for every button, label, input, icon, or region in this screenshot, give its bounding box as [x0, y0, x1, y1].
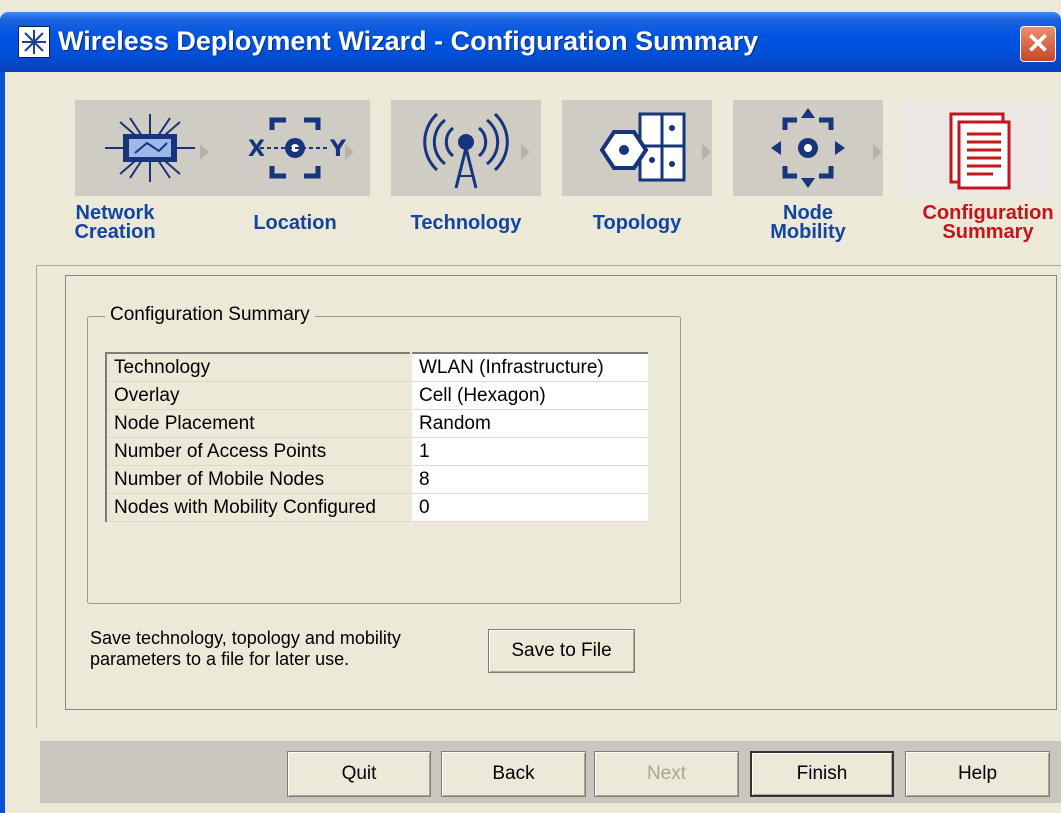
step-arrow-icon — [521, 144, 530, 160]
step-tile — [903, 100, 1053, 196]
row-value: 8 — [411, 465, 648, 494]
row-key: Number of Access Points — [105, 437, 412, 466]
step-arrow-icon — [702, 144, 711, 160]
step-label: Network Creation — [74, 202, 156, 243]
step-label: Topology — [592, 212, 682, 234]
row-key: Number of Mobile Nodes — [105, 465, 412, 494]
wizard-steps: Network Creation X Y Location Technology… — [5, 72, 1061, 257]
table-row: Nodes with Mobility Configured 0 — [105, 493, 648, 522]
mobility-icon — [771, 108, 845, 188]
step-arrow-icon — [200, 144, 209, 160]
table-row: Node Placement Random — [105, 409, 648, 438]
step-label: Location — [253, 212, 337, 234]
title-bar[interactable]: Wireless Deployment Wizard - Configurati… — [0, 12, 1061, 72]
save-description: Save technology, topology and mobility pa… — [90, 628, 401, 669]
finish-button[interactable]: Finish — [750, 751, 894, 797]
step-label: Technology — [410, 212, 522, 234]
row-value: 0 — [411, 493, 648, 522]
quit-button[interactable]: Quit — [287, 751, 431, 797]
table-row: Technology WLAN (Infrastructure) — [105, 352, 648, 382]
row-key: Nodes with Mobility Configured — [105, 493, 412, 522]
row-key: Node Placement — [105, 409, 412, 438]
window-title: Wireless Deployment Wizard - Configurati… — [58, 26, 759, 56]
row-value: Random — [411, 409, 648, 438]
close-button[interactable]: ✕ — [1020, 26, 1056, 62]
back-button[interactable]: Back — [441, 751, 586, 797]
antenna-icon — [423, 112, 509, 189]
table-row: Number of Mobile Nodes 8 — [105, 465, 648, 494]
step-tile — [391, 100, 541, 196]
row-value: Cell (Hexagon) — [411, 381, 648, 410]
step-arrow-icon — [873, 144, 882, 160]
group-title: Configuration Summary — [105, 304, 315, 326]
app-icon — [18, 26, 50, 58]
step-label-active: Configuration Summary — [922, 202, 1054, 243]
table-row: Number of Access Points 1 — [105, 437, 648, 466]
row-key: Technology — [105, 352, 412, 382]
step-arrow-icon — [345, 144, 354, 160]
save-to-file-button[interactable]: Save to File — [488, 629, 635, 673]
next-button[interactable]: Next — [594, 751, 739, 797]
summary-table: Technology WLAN (Infrastructure) Overlay C… — [105, 352, 648, 522]
row-key: Overlay — [105, 381, 412, 410]
table-row: Overlay Cell (Hexagon) — [105, 381, 648, 410]
document-icon — [949, 112, 1011, 190]
row-value: WLAN (Infrastructure) — [411, 352, 648, 382]
step-tile — [562, 100, 712, 196]
help-button[interactable]: Help — [905, 751, 1050, 797]
row-value: 1 — [411, 437, 648, 466]
step-tile — [733, 100, 883, 196]
topology-icon — [599, 112, 686, 182]
step-label: Node Mobility — [770, 202, 846, 243]
svg-text:X: X — [248, 137, 265, 162]
wizard-window: Wireless Deployment Wizard - Configurati… — [0, 0, 1061, 813]
